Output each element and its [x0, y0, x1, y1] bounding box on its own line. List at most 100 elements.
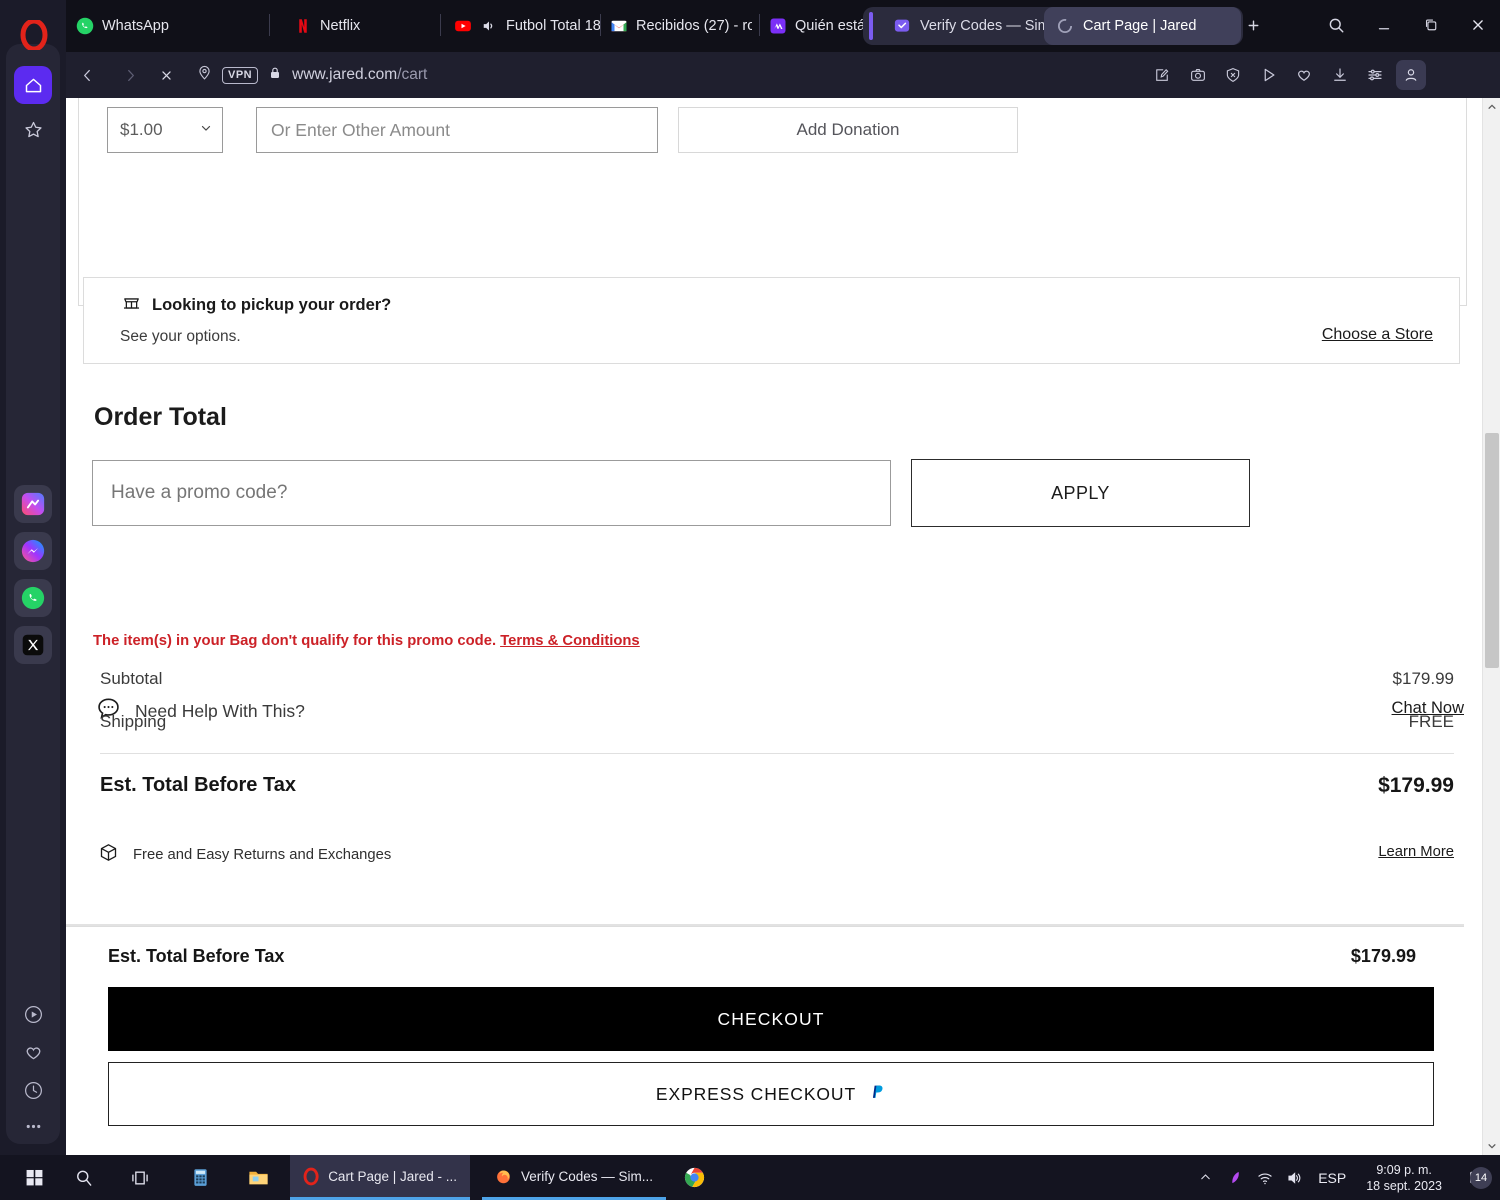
scrollbar-thumb[interactable]: [1485, 433, 1499, 668]
sidebar-item-more[interactable]: [14, 1107, 52, 1145]
easy-setup-icon[interactable]: [1360, 60, 1390, 90]
paypal-icon: [867, 1082, 886, 1106]
divider: [100, 753, 1454, 754]
donation-amount-value: $1.00: [120, 120, 163, 139]
page-viewport: $1.00 Or Enter Other Amount Add Donation: [66, 98, 1500, 1155]
adblock-shield-icon[interactable]: [1218, 60, 1248, 90]
checkout-label: CHECKOUT: [717, 1008, 825, 1029]
tab-audio-playing-icon[interactable]: [480, 17, 498, 35]
terms-and-conditions-link[interactable]: Terms & Conditions: [500, 633, 639, 649]
sidebar-item-flow[interactable]: [14, 485, 52, 523]
tab-verify-codes[interactable]: Verify Codes — Sim: [881, 7, 1046, 45]
shipping-label: Shipping: [100, 712, 167, 731]
task-view-icon[interactable]: [118, 1155, 162, 1200]
forward-icon[interactable]: [116, 61, 144, 89]
sidebar-item-home[interactable]: [14, 66, 52, 104]
sidebar-item-whatsapp[interactable]: [14, 579, 52, 617]
choose-a-store-link[interactable]: Choose a Store: [1322, 326, 1433, 344]
browser-sidebar: [0, 0, 66, 1155]
search-icon[interactable]: [1321, 10, 1351, 40]
heart-icon[interactable]: [1289, 60, 1319, 90]
folder-icon[interactable]: [236, 1155, 280, 1200]
sidebar-item-history[interactable]: [14, 1071, 52, 1109]
pickup-title: Looking to pickup your order?: [122, 293, 391, 317]
sidebar-item-player[interactable]: [14, 995, 52, 1033]
notifications-count-badge: 14: [1470, 1167, 1492, 1189]
taskbar-window-opera[interactable]: Cart Page | Jared - ...: [290, 1155, 470, 1200]
promo-error-message: The item(s) in your Bag don't qualify fo…: [93, 633, 640, 649]
apply-promo-button[interactable]: APPLY: [911, 459, 1250, 527]
add-donation-button[interactable]: Add Donation: [678, 107, 1018, 153]
url-field[interactable]: VPN www.jared.com/cart: [196, 58, 1196, 92]
sidebar-item-favorites[interactable]: [14, 110, 52, 148]
express-checkout-button[interactable]: EXPRESS CHECKOUT: [108, 1062, 1434, 1126]
tab-separator: [440, 14, 441, 36]
pinned-tab-futbol-total[interactable]: Futbol Total 18: [454, 12, 601, 40]
sidebar-item-favorites-heart[interactable]: [14, 1033, 52, 1071]
language-indicator[interactable]: ESP: [1310, 1155, 1354, 1200]
snapshot-icon[interactable]: [1183, 60, 1213, 90]
pinned-tab-gmail[interactable]: Recibidos (27) - rog: [610, 12, 752, 40]
scroll-down-arrow-icon[interactable]: [1483, 1137, 1500, 1155]
scroll-up-arrow-icon[interactable]: [1483, 98, 1500, 116]
netflix-icon: [299, 19, 307, 33]
donation-amount-select[interactable]: $1.00: [107, 107, 223, 153]
minimize-icon[interactable]: [1369, 10, 1399, 40]
notes-icon[interactable]: [1147, 60, 1177, 90]
pinned-tab-netflix[interactable]: Netflix: [294, 12, 360, 40]
send-flow-icon[interactable]: [1254, 60, 1284, 90]
url-path: /cart: [397, 66, 428, 83]
close-icon[interactable]: [1463, 10, 1493, 40]
system-tray: ESP 9:09 p. m. 18 sept. 2023 14: [1190, 1155, 1500, 1200]
tab-separator: [600, 14, 601, 36]
vertical-scrollbar[interactable]: [1482, 98, 1500, 1155]
taskbar-window-firefox[interactable]: Verify Codes — Sim...: [482, 1155, 666, 1200]
tab-label: Cart Page | Jared: [1083, 18, 1197, 34]
shipping-value: FREE: [1408, 712, 1454, 731]
url-text: www.jared.com/cart: [292, 66, 427, 84]
donation-other-amount-input[interactable]: Or Enter Other Amount: [256, 107, 658, 153]
stop-loading-icon[interactable]: [152, 61, 180, 89]
checkout-button[interactable]: CHECKOUT: [108, 987, 1434, 1051]
whatsapp-icon: [76, 17, 94, 35]
calculator-icon[interactable]: [178, 1155, 222, 1200]
new-tab-button[interactable]: [1238, 10, 1268, 40]
sidebar-item-x-twitter[interactable]: [14, 626, 52, 664]
table-row: Shipping FREE: [100, 712, 1454, 738]
express-checkout-label: EXPRESS CHECKOUT: [655, 1083, 857, 1104]
sidebar-item-messenger[interactable]: [14, 532, 52, 570]
opera-logo-icon[interactable]: [20, 18, 48, 52]
wifi-icon[interactable]: [1250, 1155, 1280, 1200]
downloads-icon[interactable]: [1325, 60, 1355, 90]
opera-feather-icon[interactable]: [1220, 1155, 1250, 1200]
windows-start-icon[interactable]: [12, 1155, 56, 1200]
taskbar-window-label: Cart Page | Jared - ...: [328, 1168, 457, 1184]
youtube-icon: [455, 20, 471, 32]
search-icon[interactable]: [62, 1155, 106, 1200]
notifications-icon[interactable]: 14: [1454, 1155, 1500, 1200]
pickup-subtitle: See your options.: [120, 328, 241, 345]
back-icon[interactable]: [73, 61, 101, 89]
tab-cart-page-jared[interactable]: Cart Page | Jared: [1044, 7, 1241, 45]
learn-more-link[interactable]: Learn More: [1378, 844, 1454, 860]
pickup-title-label: Looking to pickup your order?: [152, 295, 392, 314]
pinned-tab-whatsapp[interactable]: WhatsApp: [76, 12, 169, 40]
location-icon[interactable]: [196, 64, 213, 86]
restore-icon[interactable]: [1416, 10, 1446, 40]
volume-icon[interactable]: [1280, 1155, 1310, 1200]
show-hidden-icon[interactable]: [1190, 1155, 1220, 1200]
profile-icon[interactable]: [1396, 60, 1426, 90]
est-total-label: Est. Total Before Tax: [100, 774, 296, 796]
sticky-total-row: Est. Total Before Tax $179.99: [108, 946, 1416, 970]
chrome-icon[interactable]: [672, 1155, 716, 1200]
table-row: Est. Total Before Tax $179.99: [100, 774, 1454, 800]
lock-icon[interactable]: [267, 65, 283, 86]
clock[interactable]: 9:09 p. m. 18 sept. 2023: [1354, 1162, 1454, 1194]
clock-time: 9:09 p. m.: [1376, 1162, 1432, 1177]
order-total-heading: Order Total: [94, 403, 227, 431]
browser-window: WhatsApp Netflix Futbol Total 18 Recibid…: [0, 0, 1500, 1155]
promo-code-input[interactable]: Have a promo code?: [92, 460, 891, 526]
gmail-icon: [611, 20, 627, 32]
vpn-badge[interactable]: VPN: [222, 66, 259, 84]
taskbar-window-label: Verify Codes — Sim...: [520, 1168, 653, 1184]
